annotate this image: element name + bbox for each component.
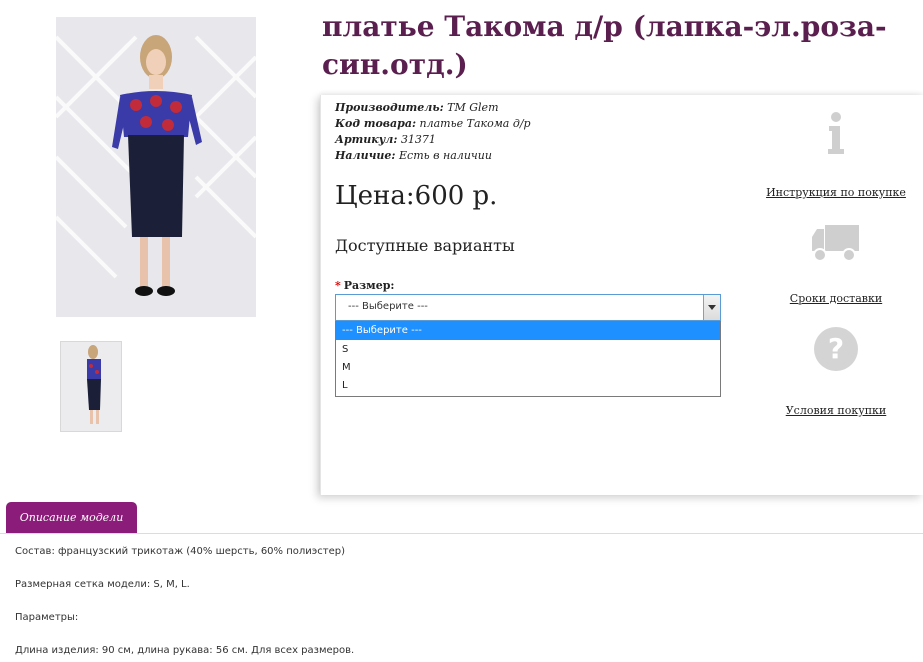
sku-label: Артикул: (335, 133, 398, 146)
description-sizes: Размерная сетка модели: S, M, L. (15, 579, 190, 590)
size-select[interactable]: --- Выберите --- (335, 294, 721, 321)
product-code-label: Код товара: (335, 117, 417, 130)
product-main-photo[interactable] (56, 17, 256, 317)
description-params: Параметры: (15, 612, 79, 623)
availability-row: Наличие: Есть в наличии (335, 148, 531, 164)
manufacturer-row: Производитель: ТМ Glem (335, 100, 531, 116)
info-icon (828, 112, 844, 154)
size-option-placeholder[interactable]: --- Выберите --- (336, 322, 720, 340)
product-meta: Производитель: ТМ Glem Код товара: плать… (335, 100, 531, 164)
size-option-l[interactable]: L (336, 377, 720, 395)
delivery-block: Сроки доставки (761, 223, 911, 306)
availability-label: Наличие: (335, 149, 396, 162)
manufacturer-value: ТМ Glem (447, 101, 499, 114)
required-mark: * (335, 279, 341, 292)
product-thumbnail[interactable] (60, 341, 122, 432)
tab-divider (0, 533, 923, 534)
terms-link[interactable]: Условия покупки (786, 404, 887, 417)
description-composition: Состав: французский трикотаж (40% шерсть… (15, 546, 345, 557)
instruction-link[interactable]: Инструкция по покупке (766, 186, 906, 199)
chevron-down-icon[interactable] (703, 295, 720, 320)
size-dropdown-list: --- Выберите --- S M L (335, 321, 721, 397)
instruction-block: Инструкция по покупке (761, 111, 911, 200)
manufacturer-label: Производитель: (335, 101, 444, 114)
product-code-value: платье Такома д/р (419, 117, 531, 130)
sku-row: Артикул: 31371 (335, 132, 531, 148)
tab-description[interactable]: Описание модели (6, 502, 137, 534)
variants-heading: Доступные варианты (335, 236, 515, 255)
size-label: * Размер: (335, 279, 395, 292)
product-title: платье Такома д/р (лапка-эл.роза-син.отд… (322, 10, 887, 81)
size-label-text: Размер: (343, 279, 395, 292)
product-photo-image (56, 17, 256, 317)
thumbnail-image (61, 342, 121, 431)
description-length: Длина изделия: 90 см, длина рукава: 56 с… (15, 645, 355, 656)
terms-block: ? Условия покупки (761, 326, 911, 418)
product-code-row: Код товара: платье Такома д/р (335, 116, 531, 132)
question-icon: ? (814, 327, 858, 371)
truck-icon (812, 225, 859, 262)
sku-value: 31371 (400, 133, 436, 146)
availability-value: Есть в наличии (399, 149, 492, 162)
product-info-panel: Производитель: ТМ Glem Код товара: плать… (320, 95, 923, 495)
size-option-s[interactable]: S (336, 341, 720, 359)
product-price: Цена:600 р. (335, 181, 498, 211)
delivery-link[interactable]: Сроки доставки (790, 292, 882, 305)
size-select-value: --- Выберите --- (348, 301, 428, 312)
svg-text:?: ? (828, 332, 844, 365)
size-option-m[interactable]: M (336, 359, 720, 377)
